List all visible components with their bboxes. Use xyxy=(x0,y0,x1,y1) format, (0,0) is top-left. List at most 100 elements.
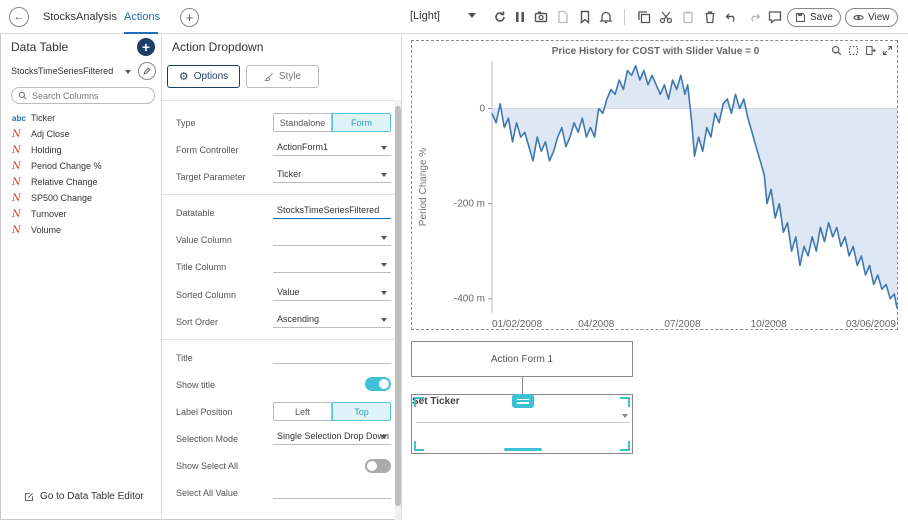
value-column-select[interactable] xyxy=(273,230,391,246)
target-parameter-label: Target Parameter xyxy=(176,172,246,182)
resize-corner-handle[interactable] xyxy=(620,397,630,407)
list-item[interactable]: N Volume xyxy=(12,222,157,238)
save-icon xyxy=(796,13,805,22)
list-item[interactable]: N Turnover xyxy=(12,206,157,222)
show-title-toggle[interactable] xyxy=(365,377,391,391)
document-icon[interactable] xyxy=(555,9,571,25)
chevron-down-icon xyxy=(622,414,628,418)
trash-icon[interactable] xyxy=(702,9,718,25)
view-button[interactable]: View xyxy=(845,8,898,27)
column-name: Turnover xyxy=(31,209,67,219)
type-label: Type xyxy=(176,118,196,128)
bell-icon[interactable] xyxy=(598,9,614,25)
action-form-component[interactable]: Action Form 1 xyxy=(411,341,633,377)
title-column-label: Title Column xyxy=(176,262,227,272)
list-item[interactable]: N Adj Close xyxy=(12,126,157,142)
data-table-editor-link[interactable]: Go to Data Table Editor xyxy=(24,491,144,502)
expand-icon[interactable] xyxy=(882,45,893,59)
show-select-all-label: Show Select All xyxy=(176,461,239,471)
back-arrow-icon[interactable]: ← xyxy=(9,7,29,27)
refresh-icon[interactable] xyxy=(492,9,508,25)
sort-order-label: Sort Order xyxy=(176,317,219,327)
tab-actions[interactable]: Actions xyxy=(124,0,160,34)
column-name: Holding xyxy=(31,145,62,155)
numeric-type-icon: N xyxy=(12,224,21,236)
bookmark-icon[interactable] xyxy=(577,9,593,25)
action-dropdown-panel: Action Dropdown ⚙ Options Style Type Sta… xyxy=(162,34,402,520)
resize-corner-handle[interactable] xyxy=(620,441,630,451)
title-input[interactable] xyxy=(273,350,391,364)
numeric-type-icon: N xyxy=(12,176,21,188)
undo-icon[interactable] xyxy=(724,9,740,25)
sort-order-select[interactable]: Ascending xyxy=(273,312,391,328)
edit-datasource-icon[interactable] xyxy=(138,62,156,80)
y-tick-label: 0 xyxy=(479,104,485,115)
title-column-select[interactable] xyxy=(273,257,391,273)
selection-mode-select[interactable]: Single Selection Drop Down xyxy=(273,429,391,445)
save-button[interactable]: Save xyxy=(787,8,841,27)
editor-link-label: Go to Data Table Editor xyxy=(40,491,144,502)
panel-title: Data Table xyxy=(11,40,69,54)
redo-icon[interactable] xyxy=(746,9,762,25)
snapshot-icon[interactable] xyxy=(533,9,549,25)
tab-stocksanalysis[interactable]: StocksAnalysis xyxy=(43,0,117,34)
line-chart-component[interactable]: 0 -200 m -400 m 01/02/2008 04/2008 07/2008 10/… xyxy=(411,40,898,330)
add-tab-icon[interactable]: + xyxy=(180,8,199,27)
ticker-dropdown[interactable] xyxy=(416,408,630,423)
show-select-all-toggle[interactable] xyxy=(365,459,391,473)
list-item[interactable]: N Holding xyxy=(12,142,157,158)
column-list: abc Ticker N Adj Close N Holding N Period Ch… xyxy=(12,110,157,238)
sorted-column-select[interactable]: Value xyxy=(273,285,391,301)
select-all-value-input[interactable] xyxy=(273,485,391,499)
style-button[interactable]: Style xyxy=(246,65,319,88)
panel-title: Action Dropdown xyxy=(172,40,264,54)
comment-icon[interactable] xyxy=(767,9,783,25)
form-controller-value: ActionForm1 xyxy=(277,142,329,152)
text-type-icon: abc xyxy=(12,113,26,123)
resize-handle-bottom[interactable] xyxy=(504,448,542,451)
add-data-table-icon[interactable]: + xyxy=(137,38,155,56)
form-controller-label: Form Controller xyxy=(176,145,239,155)
target-parameter-select[interactable]: Ticker xyxy=(273,167,391,183)
chevron-down-icon xyxy=(381,173,387,177)
search-icon[interactable] xyxy=(831,45,842,59)
scrollbar-thumb[interactable] xyxy=(395,106,401,506)
dashboard-canvas: 0 -200 m -400 m 01/02/2008 04/2008 07/2008 10/… xyxy=(402,34,908,520)
copy-icon[interactable] xyxy=(636,9,652,25)
save-label: Save xyxy=(810,12,833,23)
list-item[interactable]: N SP500 Change xyxy=(12,190,157,206)
list-item[interactable]: N Relative Change xyxy=(12,174,157,190)
type-form-option[interactable]: Form xyxy=(332,113,391,132)
label-position-left-option[interactable]: Left xyxy=(273,402,332,421)
datatable-value: StocksTimeSeriesFiltered xyxy=(277,205,380,215)
resize-corner-handle[interactable] xyxy=(414,441,424,451)
resize-corner-handle[interactable] xyxy=(414,397,424,407)
chart-toolbar xyxy=(831,45,893,59)
action-dropdown-component[interactable]: Set Ticker xyxy=(411,394,633,454)
paste-icon[interactable] xyxy=(680,9,696,25)
chart-svg: 0 -200 m -400 m 01/02/2008 04/2008 07/2008 10/… xyxy=(418,61,898,330)
drag-handle-icon[interactable] xyxy=(512,394,534,408)
label-position-top-option[interactable]: Top xyxy=(332,402,391,421)
search-input[interactable] xyxy=(32,90,147,101)
options-button[interactable]: ⚙ Options xyxy=(167,65,240,88)
list-item[interactable]: N Period Change % xyxy=(12,158,157,174)
theme-select[interactable]: [Light] xyxy=(410,10,440,22)
datasource-select[interactable]: StocksTimeSeriesFiltered xyxy=(11,66,113,76)
export-icon[interactable] xyxy=(865,45,876,59)
y-tick-label: -400 m xyxy=(454,294,485,305)
chevron-down-icon[interactable] xyxy=(468,13,476,18)
column-name: Ticker xyxy=(31,113,56,123)
show-title-label: Show title xyxy=(176,380,216,390)
select-region-icon[interactable] xyxy=(848,45,859,59)
datatable-select[interactable]: StocksTimeSeriesFiltered xyxy=(273,203,391,219)
type-standalone-option[interactable]: Standalone xyxy=(273,113,332,132)
view-label: View xyxy=(868,12,890,23)
column-name: SP500 Change xyxy=(31,193,93,203)
edit-icon xyxy=(24,492,34,501)
pause-icon[interactable] xyxy=(512,9,528,25)
list-item[interactable]: abc Ticker xyxy=(12,110,157,126)
cut-icon[interactable] xyxy=(658,9,674,25)
form-controller-select[interactable]: ActionForm1 xyxy=(273,140,391,156)
chevron-down-icon[interactable] xyxy=(125,70,131,74)
